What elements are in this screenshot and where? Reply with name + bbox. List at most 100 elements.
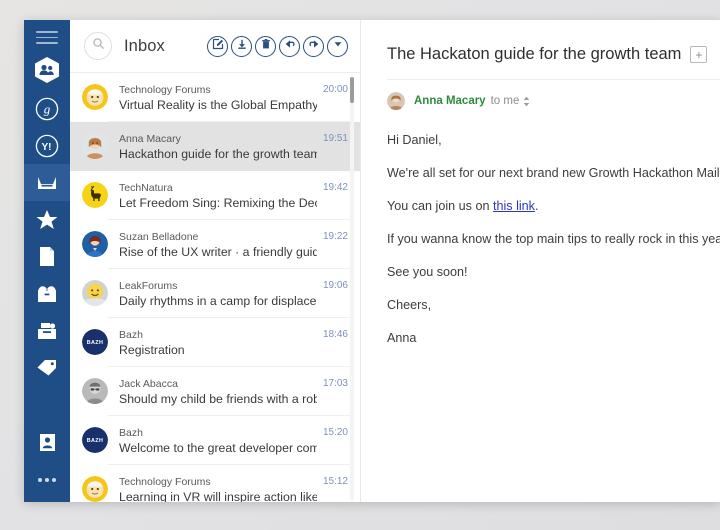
message-subject-preview: Hackathon guide for the growth team bbox=[119, 146, 317, 161]
message-time: 15:20 bbox=[322, 426, 348, 438]
message-subject-preview: Welcome to the great developer commu... bbox=[119, 440, 317, 455]
message-subject-preview: Daily rhythms in a camp for displaced pe… bbox=[119, 293, 317, 308]
sidebar-item-archive[interactable] bbox=[24, 275, 70, 312]
svg-text:BAZH: BAZH bbox=[87, 438, 104, 444]
message-text: BazhWelcome to the great developer commu… bbox=[119, 427, 317, 456]
svg-text:BAZH: BAZH bbox=[87, 340, 104, 346]
message-text: Jack Abacca Should my child be friends wi… bbox=[119, 378, 317, 407]
message-time: 17:03 bbox=[322, 377, 348, 389]
message-sender: TechNatura bbox=[119, 181, 173, 194]
sender-avatar bbox=[387, 92, 405, 110]
forward-button[interactable] bbox=[303, 35, 324, 57]
message-text: Suzan Belladone Rise of the UX writer · a… bbox=[119, 231, 317, 260]
expand-details-icon[interactable] bbox=[523, 96, 530, 107]
sidebar-item-sent[interactable] bbox=[24, 312, 70, 349]
message-text: LeakForums Daily rhythms in a camp for di… bbox=[119, 280, 317, 309]
avatar bbox=[82, 475, 108, 502]
avatar bbox=[82, 230, 108, 257]
trash-icon bbox=[260, 37, 272, 55]
message-text: Technology Forums Learning in VR will ins… bbox=[119, 476, 317, 502]
message-text: Bazh Registration bbox=[119, 329, 317, 358]
subject-row: The Hackaton guide for the growth team + bbox=[361, 20, 720, 64]
message-text: Technology Forums Virtual Reality is the … bbox=[119, 84, 317, 113]
svg-text:Y!: Y! bbox=[42, 142, 52, 153]
reply-arrow-icon bbox=[284, 37, 296, 55]
contact-card-icon bbox=[39, 433, 56, 452]
menu-hamburger-icon[interactable] bbox=[36, 31, 58, 44]
sender-name[interactable]: Anna Macary bbox=[414, 95, 486, 107]
message-sender: LeakForums bbox=[119, 279, 178, 292]
star-icon bbox=[36, 209, 58, 230]
sidebar-item-more[interactable] bbox=[24, 461, 70, 502]
message-list-item[interactable]: Jack Abacca Should my child be friends wi… bbox=[70, 367, 360, 416]
message-subject-preview: Learning in VR will inspire action like … bbox=[119, 489, 317, 502]
chevron-down-icon bbox=[332, 37, 344, 55]
body-paragraph: If you wanna know the top main tips to r… bbox=[387, 232, 720, 246]
body-paragraph: Anna bbox=[387, 331, 417, 345]
sender-row: Anna Macary to me bbox=[361, 80, 720, 110]
sidebar-item-contacts[interactable] bbox=[24, 424, 70, 461]
compose-pencil-icon bbox=[212, 37, 224, 55]
sidebar-item-accounts[interactable] bbox=[24, 50, 70, 90]
reply-button[interactable] bbox=[279, 35, 300, 57]
message-subject-preview: Let Freedom Sing: Remixing the Declarati… bbox=[119, 195, 317, 210]
search-button[interactable] bbox=[84, 32, 112, 60]
message-list-item[interactable]: Technology Forums Learning in VR will ins… bbox=[70, 465, 360, 502]
search-icon bbox=[92, 37, 105, 55]
message-time: 19:51 bbox=[322, 132, 348, 144]
message-list-item[interactable]: TechNatura Let Freedom Sing: Remixing the… bbox=[70, 171, 360, 220]
message-list-item[interactable]: LeakForums Daily rhythms in a camp for di… bbox=[70, 269, 360, 318]
sidebar-item-yahoo[interactable]: Y! bbox=[24, 127, 70, 164]
message-list-item[interactable]: Anna Macary Hackathon guide for the growt… bbox=[70, 121, 360, 171]
message-sender: Technology Forums bbox=[119, 83, 211, 96]
message-list-item[interactable]: BAZH Bazh Welcome to the great developer c… bbox=[70, 416, 360, 465]
more-options-button[interactable] bbox=[327, 35, 348, 57]
sidebar-item-google[interactable]: g bbox=[24, 90, 70, 127]
message-list-pane: Inbox Technology Forums Virtual Reality … bbox=[70, 20, 361, 502]
message-subject-preview: Virtual Reality is the Global Empathy Ma… bbox=[119, 97, 317, 112]
archive-button[interactable] bbox=[231, 35, 252, 57]
delete-button[interactable] bbox=[255, 35, 276, 57]
sidebar-item-favorites[interactable] bbox=[24, 201, 70, 238]
page-title: Inbox bbox=[124, 36, 165, 55]
message-list-item[interactable]: Suzan Belladone Rise of the UX writer · a… bbox=[70, 220, 360, 269]
document-icon bbox=[39, 246, 55, 267]
message-sender: Bazh bbox=[119, 328, 143, 341]
archive-box-icon bbox=[36, 284, 58, 303]
compose-button[interactable] bbox=[207, 35, 228, 57]
message-list-item[interactable]: BAZH Bazh Registration 18:46 bbox=[70, 318, 360, 367]
yahoo-icon: Y! bbox=[35, 134, 59, 158]
avatar bbox=[82, 132, 108, 159]
sidebar-item-drafts[interactable] bbox=[24, 238, 70, 275]
more-dots-icon bbox=[38, 477, 56, 482]
avatar bbox=[82, 181, 108, 208]
sidebar-item-labels[interactable] bbox=[24, 349, 70, 386]
message-list[interactable]: Technology Forums Virtual Reality is the … bbox=[70, 73, 360, 502]
message-time: 15:12 bbox=[322, 475, 348, 487]
message-time: 19:42 bbox=[322, 181, 348, 193]
reading-pane: The Hackaton guide for the growth team +… bbox=[361, 20, 720, 502]
message-subject-preview: Rise of the UX writer · a friendly guide… bbox=[119, 244, 317, 259]
body-paragraph: We're all set for our next brand new Gro… bbox=[387, 166, 720, 180]
list-toolbar: Inbox bbox=[70, 20, 360, 72]
message-sender: Jack Abacca bbox=[119, 377, 178, 390]
message-list-item[interactable]: Technology Forums Virtual Reality is the … bbox=[70, 73, 360, 122]
message-sender: Suzan Belladone bbox=[119, 230, 199, 243]
body-paragraph: See you soon! bbox=[387, 265, 468, 279]
sidebar: g Y! bbox=[24, 20, 70, 502]
avatar: BAZH bbox=[82, 328, 108, 355]
inbox-tray-icon bbox=[36, 173, 58, 193]
svg-text:g: g bbox=[44, 101, 51, 116]
message-time: 19:22 bbox=[322, 230, 348, 242]
message-sender: Technology Forums bbox=[119, 475, 211, 488]
list-scrollbar[interactable] bbox=[350, 76, 354, 500]
message-text: Anna Macary Hackathon guide for the growt… bbox=[119, 133, 317, 162]
avatar bbox=[82, 279, 108, 306]
tag-icon bbox=[36, 358, 58, 378]
add-label-button[interactable]: + bbox=[690, 46, 708, 63]
download-arrow-icon bbox=[236, 37, 248, 55]
scrollbar-thumb[interactable] bbox=[350, 76, 354, 103]
message-body: Hi Daniel, We're all set for our next bra… bbox=[361, 110, 720, 355]
body-link[interactable]: this link bbox=[493, 199, 535, 213]
sidebar-item-inbox[interactable] bbox=[24, 164, 70, 201]
